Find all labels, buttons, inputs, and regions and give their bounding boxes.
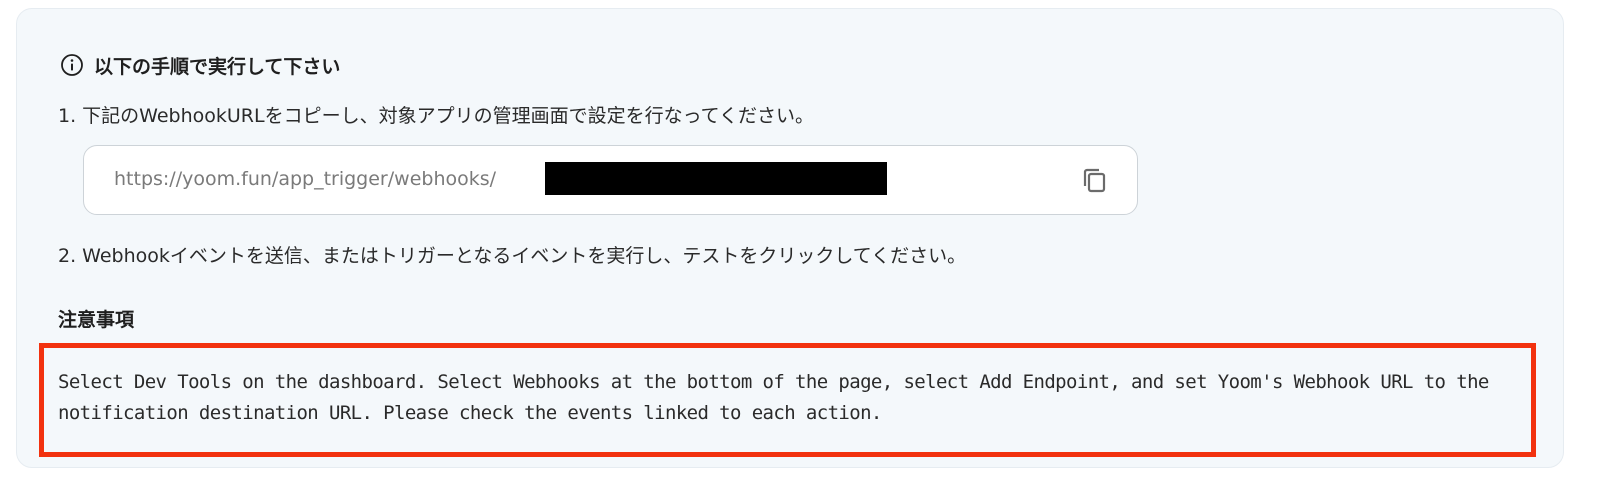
webhook-url-field[interactable]: https://yoom.fun/app_trigger/webhooks/ — [83, 145, 1138, 215]
step-1-text: 1. 下記のWebhookURLをコピーし、対象アプリの管理画面で設定を行なって… — [58, 105, 815, 127]
highlighted-note: Select Dev Tools on the dashboard. Selec… — [39, 343, 1536, 457]
notes-heading: 注意事項 — [58, 309, 135, 331]
step-2-text: 2. Webhookイベントを送信、またはトリガーとなるイベントを実行し、テスト… — [58, 245, 967, 267]
info-circle-icon — [60, 53, 84, 77]
instructions-heading-text: 以下の手順で実行して下さい — [94, 55, 341, 78]
redacted-url-token — [545, 162, 887, 195]
note-text: Select Dev Tools on the dashboard. Selec… — [58, 371, 1489, 424]
copy-icon[interactable] — [1079, 165, 1111, 197]
instructions-heading: 以下の手順で実行して下さい — [60, 51, 340, 79]
webhook-url-text[interactable]: https://yoom.fun/app_trigger/webhooks/ — [114, 168, 496, 190]
